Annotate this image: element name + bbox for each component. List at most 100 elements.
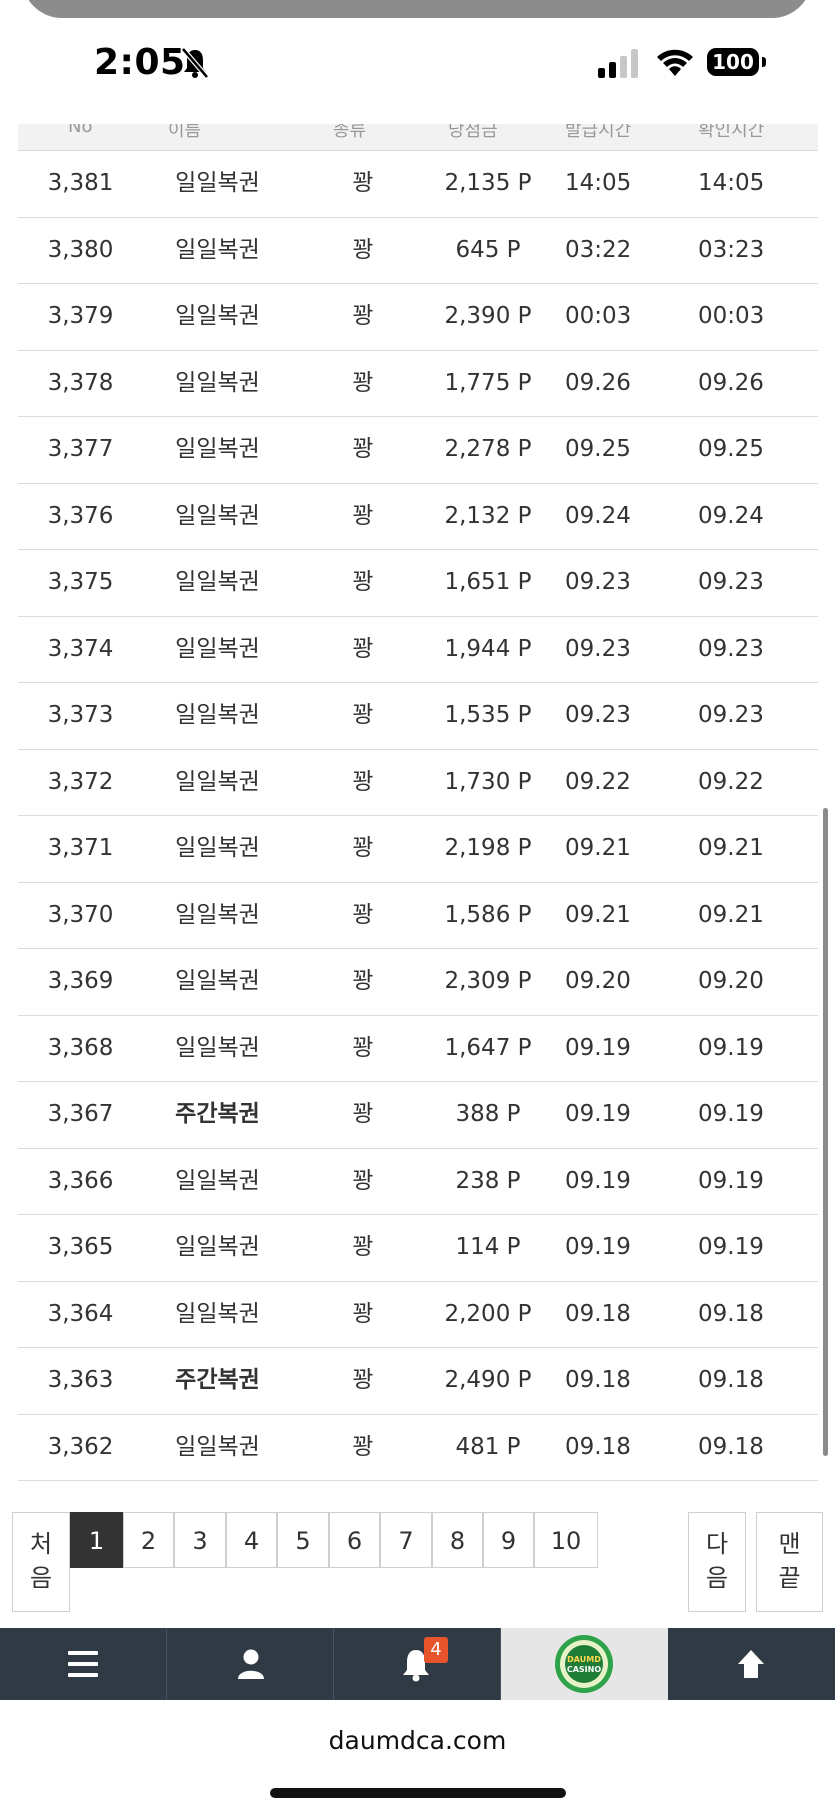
row-lottery-name: 일일복권 [175,369,260,396]
row-issued-time: 14:05 [565,170,632,196]
notifications-button[interactable] [334,1628,501,1700]
daumd-casino-logo: DAUMD CASINO [555,1635,613,1693]
table-row: 3,379 일일복권 꽝 2,390 P 00:03 00:03 [18,284,818,351]
casino-home-button[interactable]: DAUMD CASINO [501,1628,668,1700]
row-number: 3,366 [47,1167,114,1194]
page-7-button[interactable]: 7 [380,1512,432,1568]
row-lottery-name: 일일복권 [175,1433,260,1460]
row-points: 2,390 P [444,303,532,329]
page-4-button[interactable]: 4 [226,1512,277,1568]
page-first-button[interactable]: 처음 [12,1512,70,1612]
row-issued-time: 09.21 [565,901,631,928]
table-row: 3,369 일일복권 꽝 2,309 P 09.20 09.20 [18,949,818,1016]
row-number: 3,377 [47,436,114,462]
battery-level: 100 [707,48,759,76]
page-2-button[interactable]: 2 [123,1512,174,1568]
row-checked-time: 09.23 [698,635,764,662]
row-number: 3,379 [47,303,114,329]
header-points: 당첨금 [448,124,498,141]
row-result-type: 꽝 [352,1101,374,1127]
page-8-button[interactable]: 8 [432,1512,483,1568]
page-next-button[interactable]: 다음 [688,1512,746,1612]
row-lottery-name: 주간복권 [175,1101,260,1127]
table-row: 3,373 일일복권 꽝 1,535 P 09.23 09.23 [18,683,818,750]
notification-count-badge: 4 [424,1637,448,1663]
row-number: 3,368 [47,1034,114,1061]
row-number: 3,372 [47,768,114,795]
row-lottery-name: 일일복권 [175,1300,260,1327]
header-type: 종류 [333,124,367,141]
table-body: 3,381 일일복권 꽝 2,135 P 14:05 14:05 3,380 일일복권 꽝 645… [18,151,818,1481]
row-number: 3,364 [47,1300,114,1327]
row-result-type: 꽝 [352,901,374,928]
svg-text:CASINO: CASINO [567,1665,601,1674]
battery-tip [762,57,766,67]
table-header-partial: No 이름 종류 당첨금 발급시간 확인시간 [18,124,818,151]
row-result-type: 꽝 [352,1367,374,1393]
row-lottery-name: 일일복권 [175,502,260,529]
row-result-type: 꽝 [352,1234,374,1260]
bottom-navigation: DAUMD CASINO [0,1628,835,1700]
row-points: 2,309 P [444,968,532,994]
row-result-type: 꽝 [352,702,374,728]
header-name: 이름 [168,124,202,141]
url-text[interactable]: daumdca.com [0,1726,835,1755]
scroll-top-button[interactable] [668,1628,835,1700]
row-issued-time: 09.22 [565,768,631,795]
row-number: 3,381 [47,170,114,196]
status-time: 2:05 [94,42,186,83]
row-lottery-name: 일일복권 [175,303,260,329]
row-checked-time: 09.26 [698,369,764,396]
battery-indicator: 100 [707,48,767,78]
row-checked-time: 09.20 [698,968,764,994]
row-lottery-name: 일일복권 [175,236,260,263]
hamburger-menu-icon [68,1651,98,1677]
profile-button[interactable] [167,1628,334,1700]
row-number: 3,371 [47,835,114,861]
row-issued-time: 09.26 [565,369,631,396]
row-number: 3,362 [47,1433,114,1460]
row-issued-time: 09.23 [565,569,631,595]
page-6-button[interactable]: 6 [329,1512,380,1568]
page-10-button[interactable]: 10 [534,1512,598,1568]
row-result-type: 꽝 [352,502,374,529]
row-lottery-name: 일일복권 [175,436,260,462]
row-result-type: 꽝 [352,768,374,795]
row-result-type: 꽝 [352,835,374,861]
row-lottery-name: 일일복권 [175,1034,260,1061]
page-1-button[interactable]: 1 [70,1512,123,1568]
row-lottery-name: 일일복권 [175,1234,260,1260]
row-number: 3,369 [47,968,114,994]
row-checked-time: 09.19 [698,1167,764,1194]
row-checked-time: 09.21 [698,835,764,861]
row-points: 1,647 P [444,1034,532,1061]
header-checked: 확인시간 [698,124,765,141]
row-lottery-name: 일일복권 [175,1167,260,1194]
row-result-type: 꽝 [352,236,374,263]
table-row: 3,362 일일복권 꽝 481 P 09.18 09.18 [18,1415,818,1481]
page-9-button[interactable]: 9 [483,1512,534,1568]
row-issued-time: 09.21 [565,835,631,861]
row-lottery-name: 일일복권 [175,968,260,994]
page-last-button[interactable]: 맨끝 [756,1512,823,1612]
page-3-button[interactable]: 3 [174,1512,226,1568]
row-checked-time: 09.18 [698,1367,764,1393]
menu-button[interactable] [0,1628,167,1700]
row-points: 2,132 P [444,502,532,529]
row-checked-time: 09.18 [698,1300,764,1327]
page-5-button[interactable]: 5 [277,1512,329,1568]
row-points: 2,490 P [444,1367,532,1393]
row-lottery-name: 주간복권 [175,1367,260,1393]
row-issued-time: 09.23 [565,635,631,662]
row-points: 481 P [455,1433,521,1460]
row-checked-time: 09.19 [698,1101,764,1127]
table-row: 3,366 일일복권 꽝 238 P 09.19 09.19 [18,1149,818,1215]
row-number: 3,363 [47,1367,114,1393]
row-points: 1,775 P [444,369,532,396]
row-result-type: 꽝 [352,1034,374,1061]
page-scrollbar[interactable] [823,808,828,1456]
browser-url-bar[interactable]: daumdca.com [0,1700,835,1810]
row-points: 1,586 P [444,901,532,928]
row-points: 1,730 P [444,768,532,795]
header-no: No [68,124,93,137]
